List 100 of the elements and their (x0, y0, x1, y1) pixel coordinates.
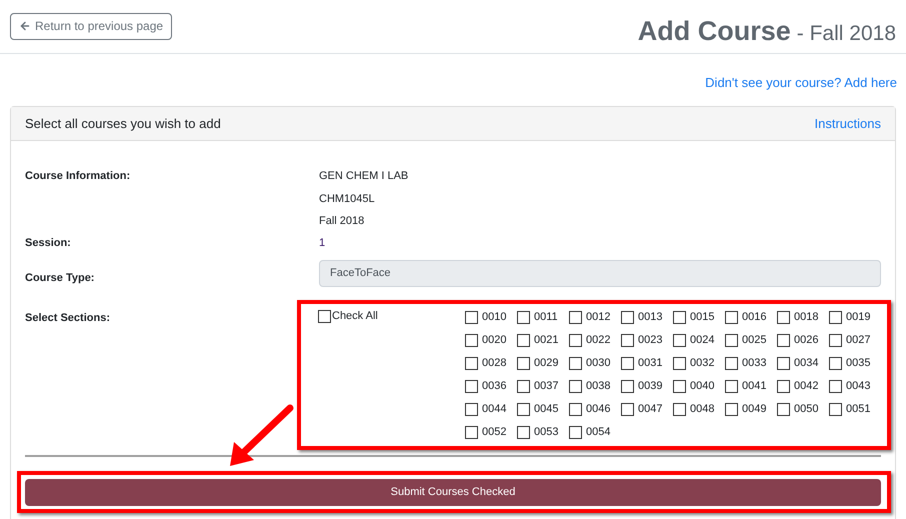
field-label: Select Sections: (25, 311, 111, 326)
checkbox[interactable] (725, 402, 738, 416)
checkbox[interactable] (725, 310, 738, 324)
arrow-icon (230, 404, 294, 466)
checkbox[interactable] (517, 356, 530, 370)
checkbox[interactable] (829, 310, 842, 324)
checkbox[interactable] (465, 402, 478, 416)
checkbox[interactable] (673, 356, 686, 370)
checkbox[interactable] (777, 402, 790, 416)
checkbox[interactable] (569, 426, 582, 438)
section-label: 0050 (794, 402, 818, 417)
section-label: 0028 (482, 356, 506, 371)
arrow-left-icon (19, 20, 31, 32)
checkbox[interactable] (569, 402, 582, 416)
section-label: 0034 (794, 356, 818, 371)
checkbox[interactable] (777, 380, 790, 392)
section-label: 0030 (586, 356, 610, 371)
section-label: 0033 (742, 356, 766, 371)
field-label: Course Type: (25, 271, 96, 286)
section-label: 0016 (742, 310, 766, 325)
checkbox[interactable] (569, 380, 582, 392)
section-label: 0020 (482, 332, 506, 348)
section-label: 0024 (690, 332, 714, 348)
section-label: 0022 (586, 332, 610, 348)
section-label: 0025 (742, 332, 766, 348)
section-label: 0031 (638, 356, 662, 371)
section-label: 0052 (482, 424, 506, 440)
checkbox[interactable] (569, 310, 582, 324)
course-type-field[interactable]: FaceToFace (319, 260, 881, 287)
section-label: 0046 (586, 402, 610, 417)
section-label: 0010 (482, 310, 506, 325)
session-value: 1 (319, 236, 326, 251)
checkbox[interactable] (829, 356, 842, 370)
section-label: 0038 (586, 378, 610, 394)
checkbox[interactable] (829, 402, 842, 416)
section-label: 0029 (534, 356, 558, 371)
section-label: 0036 (482, 378, 506, 394)
add-course-link[interactable]: Didn't see your course? Add here (705, 73, 897, 106)
checkbox[interactable] (517, 402, 530, 416)
section-label: 0027 (846, 332, 870, 348)
section-label: 0012 (586, 310, 610, 325)
checkbox[interactable] (318, 310, 331, 323)
check-all-label: Check All (332, 310, 378, 323)
section-label: 0023 (638, 332, 662, 348)
checkbox[interactable] (673, 334, 686, 346)
checkbox[interactable] (517, 426, 530, 438)
checkbox[interactable] (621, 334, 634, 346)
instructions-link[interactable]: Instructions (814, 114, 881, 134)
checkbox[interactable] (673, 380, 686, 392)
section-label: 0035 (846, 356, 870, 371)
section-label: 0047 (638, 402, 662, 417)
checkbox[interactable] (673, 310, 686, 324)
checkbox[interactable] (725, 334, 738, 346)
section-label: 0053 (534, 424, 558, 440)
section-label: 0054 (586, 424, 610, 440)
page-title: Add Course (638, 15, 791, 48)
section-label: 0013 (638, 310, 662, 325)
course-info-text: GEN CHEM I LAB (319, 169, 408, 184)
checkbox[interactable] (829, 380, 842, 392)
field-label: Course Information: (25, 169, 132, 184)
checkbox[interactable] (777, 334, 790, 346)
checkbox[interactable] (621, 402, 634, 416)
checkbox[interactable] (829, 334, 842, 346)
section-label: 0018 (794, 310, 818, 325)
checkbox[interactable] (725, 380, 738, 392)
section-label: 0044 (482, 402, 506, 417)
section-label: 0040 (690, 378, 714, 394)
checkbox[interactable] (465, 310, 478, 324)
checkbox[interactable] (465, 356, 478, 370)
checkbox[interactable] (517, 334, 530, 346)
section-label: 0045 (534, 402, 558, 417)
section-label: 0051 (846, 402, 870, 417)
section-label: 0026 (794, 332, 818, 348)
section-label: 0041 (742, 378, 766, 394)
field-label: Session: (25, 236, 72, 251)
section-label: 0039 (638, 378, 662, 394)
section-label: 0043 (846, 378, 870, 394)
section-label: 0048 (690, 402, 714, 417)
checkbox[interactable] (777, 310, 790, 324)
course-info-text: CHM1045L (319, 192, 376, 206)
checkbox[interactable] (621, 310, 634, 324)
checkbox[interactable] (465, 380, 478, 392)
section-label: 0032 (690, 356, 714, 371)
submit-button[interactable]: Submit Courses Checked (25, 479, 881, 506)
checkbox[interactable] (517, 380, 530, 392)
section-label: 0011 (534, 310, 558, 325)
checkbox[interactable] (517, 310, 530, 324)
section-label: 0019 (846, 310, 870, 325)
checkbox[interactable] (465, 334, 478, 346)
checkbox[interactable] (465, 426, 478, 438)
checkbox[interactable] (621, 356, 634, 370)
back-button[interactable]: Return to previous page (10, 12, 172, 40)
section-label: 0042 (794, 378, 818, 394)
checkbox[interactable] (725, 356, 738, 370)
checkbox[interactable] (621, 380, 634, 392)
checkbox[interactable] (777, 356, 790, 370)
checkbox[interactable] (569, 356, 582, 370)
card-title: Select all courses you wish to add (25, 114, 221, 133)
checkbox[interactable] (569, 334, 582, 346)
checkbox[interactable] (673, 402, 686, 416)
